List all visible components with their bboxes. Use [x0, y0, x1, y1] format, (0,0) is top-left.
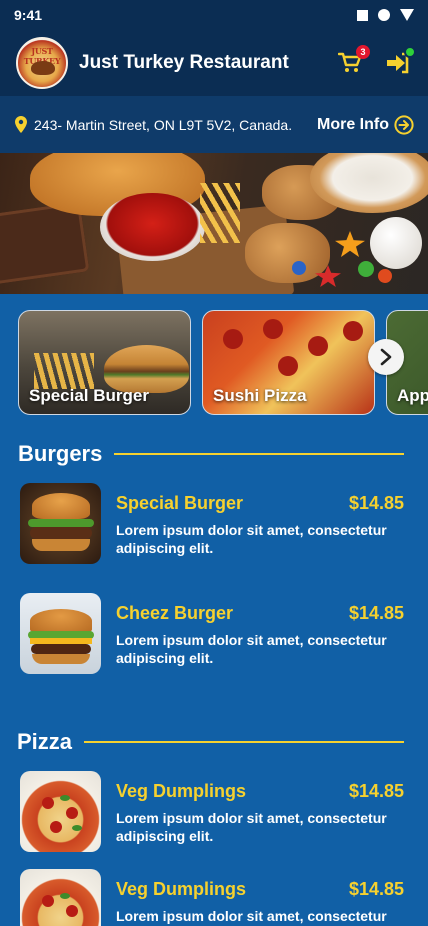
fries-shape [34, 353, 94, 389]
turkey-icon [31, 61, 55, 75]
signal-circle-icon [378, 9, 390, 21]
app-title: Just Turkey Restaurant [79, 52, 289, 73]
pepperoni-shape [343, 321, 363, 341]
section-divider [114, 453, 404, 455]
pepperoni-shape [50, 821, 62, 833]
address-bar: 243- Martin Street, ON L9T 5V2, Canada. … [0, 96, 428, 153]
category-carousel: Special Burger Sushi Pizza App [0, 310, 428, 416]
pepperoni-shape [308, 336, 328, 356]
menu-item-description: Lorem ipsum dolor sit amet, consectetur … [116, 632, 387, 666]
menu-item-image [20, 771, 101, 852]
menu-item-image [20, 869, 101, 926]
section-divider [84, 741, 404, 743]
section-title: Pizza [17, 729, 73, 754]
menu-item[interactable]: Special Burger $14.85 Lorem ipsum dolor … [20, 483, 408, 565]
menu-item-description: Lorem ipsum dolor sit amet, consectetur … [116, 810, 387, 844]
category-label: App [397, 386, 428, 405]
patty-shape [30, 527, 92, 539]
chevron-right-icon [380, 348, 392, 366]
address-text: 243- Martin Street, ON L9T 5V2, Canada. [34, 116, 293, 133]
pepperoni-shape [42, 797, 54, 809]
basil-shape [60, 795, 70, 801]
arrow-right-circle-icon [394, 114, 414, 135]
menu-item-image [20, 483, 101, 564]
menu-item-price: $14.85 [348, 879, 404, 899]
ketchup-bowl-shape [100, 193, 205, 261]
candy-star-shape [335, 231, 365, 257]
basil-shape [60, 893, 70, 899]
coconut-ball-shape [370, 217, 422, 269]
bun-shape [32, 539, 90, 551]
cart-button[interactable]: 3 [336, 45, 370, 77]
menu-item-price: $14.85 [348, 493, 404, 513]
candy-shape [358, 261, 374, 277]
status-icons [357, 9, 414, 21]
candy-shape [292, 261, 306, 275]
location-pin-icon [14, 116, 28, 134]
patty-shape [31, 644, 91, 654]
menu-item[interactable]: Cheez Burger $14.85 Lorem ipsum dolor si… [20, 593, 408, 675]
more-info-link[interactable]: More Info [317, 114, 414, 135]
login-button[interactable] [384, 46, 416, 77]
menu-item-name: Veg Dumplings [116, 879, 247, 899]
menu-item-description: Lorem ipsum dolor sit amet, consectetur … [116, 908, 387, 924]
section-title: Burgers [18, 441, 103, 466]
lettuce-shape [28, 519, 94, 527]
category-label: Sushi Pizza [213, 386, 307, 405]
header-actions: 3 [336, 45, 416, 77]
category-label: Special Burger [29, 386, 149, 405]
status-bar: 9:41 [0, 0, 428, 30]
restaurant-logo[interactable]: JUST TURKEY [16, 37, 68, 89]
menu-item-name: Veg Dumplings [116, 781, 247, 801]
menu-item-description: Lorem ipsum dolor sit amet, consectetur … [116, 522, 387, 556]
menu-item[interactable]: Veg Dumplings $14.85 Lorem ipsum dolor s… [20, 869, 408, 926]
pepperoni-shape [263, 319, 283, 339]
bun-shape [30, 609, 92, 633]
menu-item-name: Special Burger [116, 493, 244, 513]
notification-square-icon [357, 9, 368, 21]
menu-item-price: $14.85 [348, 603, 404, 623]
app-header: JUST TURKEY Just Turkey Restaurant 3 [0, 30, 428, 96]
cart-count-badge: 3 [356, 45, 370, 59]
menu-item-name: Cheez Burger [116, 603, 234, 623]
carousel-next-button[interactable] [368, 339, 404, 375]
candy-shape [378, 269, 392, 283]
section-header-burgers: Burgers [0, 441, 428, 467]
wifi-triangle-icon [400, 9, 414, 21]
more-info-label: More Info [317, 115, 389, 133]
category-card-special-burger[interactable]: Special Burger [18, 310, 191, 415]
menu-item-price: $14.85 [348, 781, 404, 801]
basil-shape [72, 825, 82, 831]
fries-shape [200, 183, 240, 243]
pepperoni-shape [66, 905, 78, 917]
menu-item-image [20, 593, 101, 674]
bun-shape [32, 654, 90, 664]
hero-banner-image [0, 153, 428, 294]
pepperoni-shape [223, 329, 243, 349]
menu-item[interactable]: Veg Dumplings $14.85 Lorem ipsum dolor s… [20, 771, 408, 853]
online-status-dot [404, 46, 416, 58]
pepperoni-shape [278, 356, 298, 376]
pepperoni-shape [42, 895, 54, 907]
bun-shape [32, 493, 90, 519]
pepperoni-shape [66, 807, 78, 819]
status-time: 9:41 [14, 7, 43, 23]
section-header-pizza: Pizza [0, 729, 428, 755]
category-card-sushi-pizza[interactable]: Sushi Pizza [202, 310, 375, 415]
